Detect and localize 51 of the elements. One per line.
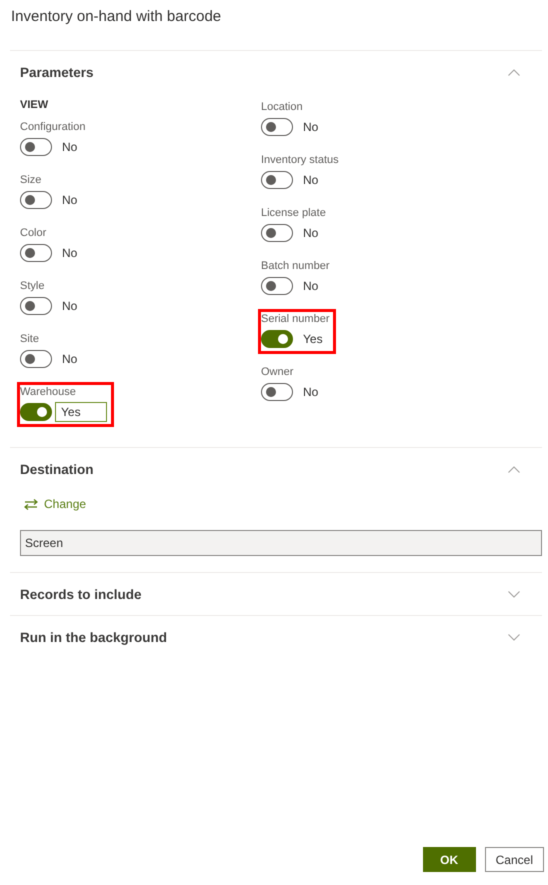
- toggle-switch[interactable]: [20, 350, 52, 368]
- chevron-icon[interactable]: [508, 466, 520, 472]
- field-label: Site: [20, 332, 40, 347]
- change-link[interactable]: Change: [24, 492, 86, 516]
- toggle-switch[interactable]: [261, 171, 293, 189]
- dialog-title: Inventory on-hand with barcode: [10, 7, 222, 27]
- field-label: Owner: [261, 365, 294, 380]
- toggle-switch[interactable]: [261, 118, 293, 136]
- cancel-button[interactable]: Cancel: [484, 847, 544, 872]
- chevron-icon[interactable]: [508, 68, 520, 76]
- section-title: Run in the background: [20, 630, 167, 644]
- toggle-value: No: [303, 120, 318, 134]
- toggle-switch[interactable]: [20, 138, 52, 156]
- toggle-value: No: [62, 246, 78, 260]
- toggle-switch[interactable]: [20, 403, 52, 421]
- ok-button[interactable]: OK: [422, 847, 476, 872]
- toggle-value: No: [303, 385, 318, 399]
- toggle-switch[interactable]: [20, 244, 52, 262]
- toggle-value: No: [303, 173, 318, 187]
- field-label: Inventory status: [261, 153, 339, 168]
- toggle-switch[interactable]: [20, 297, 52, 315]
- toggle-value: No: [303, 279, 318, 293]
- field-label: Configuration: [20, 120, 86, 135]
- toggle-switch[interactable]: [261, 224, 293, 242]
- field-label: Color: [20, 226, 48, 241]
- section-title: Destination: [20, 462, 94, 476]
- swap-arrows-icon: [24, 498, 38, 510]
- toggle-value: No: [62, 352, 78, 366]
- toggle-value: No: [62, 299, 78, 313]
- toggle-switch[interactable]: [261, 330, 293, 348]
- toggle-value: No: [62, 193, 78, 207]
- section-title: Parameters: [20, 64, 94, 80]
- chevron-icon[interactable]: [508, 590, 520, 598]
- field-label: License plate: [261, 206, 326, 221]
- toggle-value: No: [303, 226, 318, 240]
- toggle-switch[interactable]: [20, 191, 52, 209]
- group-label: VIEW: [20, 98, 50, 113]
- toggle-value: No: [62, 140, 78, 154]
- value-field[interactable]: Yes: [55, 402, 107, 422]
- field-label: Serial number: [261, 312, 330, 327]
- toggle-value: Yes: [303, 332, 323, 346]
- chevron-icon[interactable]: [508, 634, 520, 640]
- section-title: Records to include: [20, 586, 142, 602]
- field-label: Batch number: [261, 259, 330, 274]
- toggle-switch[interactable]: [261, 383, 293, 401]
- destination-field[interactable]: Screen: [20, 530, 542, 556]
- field-label: Style: [20, 279, 46, 294]
- field-label: Location: [261, 100, 304, 115]
- field-label: Size: [20, 173, 42, 188]
- field-label: Warehouse: [20, 385, 77, 400]
- toggle-switch[interactable]: [261, 277, 293, 295]
